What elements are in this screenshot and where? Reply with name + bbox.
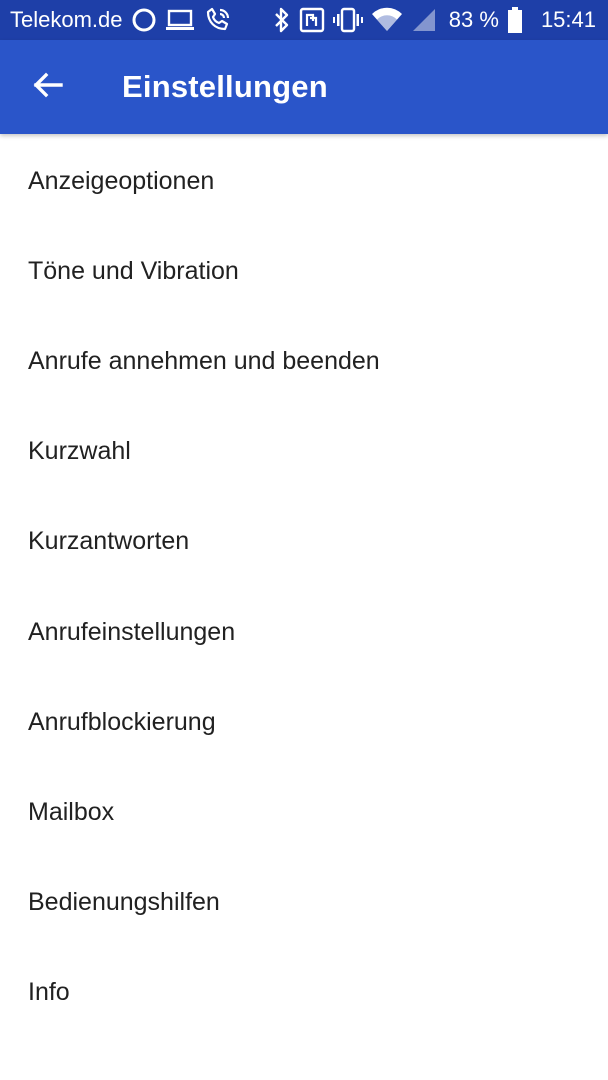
settings-item-label: Anrufblockierung [28, 707, 216, 736]
cell-signal-icon [411, 7, 437, 33]
settings-item-label: Töne und Vibration [28, 256, 239, 285]
settings-item-label: Anrufeinstellungen [28, 617, 236, 646]
laptop-icon [165, 8, 195, 32]
settings-item-voicemail[interactable]: Mailbox [0, 767, 608, 857]
settings-item-display-options[interactable]: Anzeigeoptionen [0, 136, 608, 226]
page-title: Einstellungen [122, 69, 328, 104]
wifi-icon [371, 7, 403, 33]
settings-item-accessibility[interactable]: Bedienungshilfen [0, 858, 608, 948]
settings-item-call-blocking[interactable]: Anrufblockierung [0, 677, 608, 767]
back-button[interactable] [0, 40, 96, 134]
settings-item-quick-responses[interactable]: Kurzantworten [0, 497, 608, 587]
status-left: Telekom.de [10, 6, 241, 34]
clock: 15:41 [540, 7, 596, 32]
settings-item-label: Info [28, 978, 70, 1007]
settings-item-label: Anzeigeoptionen [28, 166, 215, 195]
settings-item-label: Anrufe annehmen und beenden [28, 346, 380, 375]
settings-item-label: Kurzwahl [28, 437, 131, 466]
arrow-back-icon [32, 69, 64, 106]
assistant-ring-icon [131, 7, 157, 33]
battery-percent: 83 % [448, 7, 499, 32]
settings-item-label: Kurzantworten [28, 527, 190, 556]
settings-item-answer-end-calls[interactable]: Anrufe annehmen und beenden [0, 316, 608, 406]
battery-icon [507, 6, 523, 34]
settings-item-label: Bedienungshilfen [28, 888, 220, 917]
status-right: 83 % 15:41 [273, 6, 596, 34]
settings-item-info[interactable]: Info [0, 948, 608, 1038]
app-bar: Einstellungen [0, 40, 608, 134]
settings-item-label: Mailbox [28, 797, 115, 826]
bluetooth-icon [273, 6, 291, 34]
status-bar: Telekom.de 83 % 15:41 [0, 0, 608, 40]
settings-item-call-settings[interactable]: Anrufeinstellungen [0, 587, 608, 677]
vibrate-icon [332, 7, 363, 33]
settings-item-speed-dial[interactable]: Kurzwahl [0, 407, 608, 497]
wifi-calling-icon [203, 6, 233, 34]
settings-item-sounds-vibration[interactable]: Töne und Vibration [0, 226, 608, 316]
carrier-name: Telekom.de [10, 7, 123, 32]
nfc-icon [299, 7, 325, 33]
settings-list: Anzeigeoptionen Töne und Vibration Anruf… [0, 136, 608, 1038]
